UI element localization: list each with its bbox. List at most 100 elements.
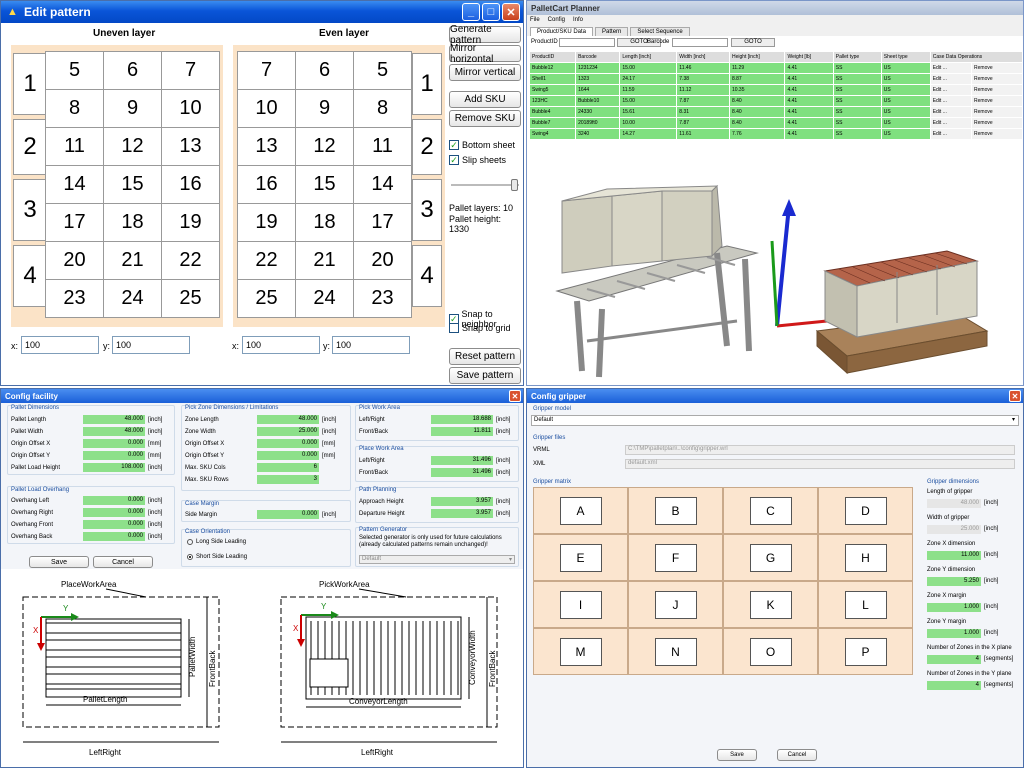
sku-cell[interactable]: 23 — [354, 280, 412, 318]
menu-file[interactable]: File — [530, 17, 540, 23]
field-value-input[interactable]: 31.496 — [431, 456, 493, 465]
save-button[interactable]: Save — [717, 749, 757, 761]
field-value-input[interactable]: 11.811 — [431, 427, 493, 436]
sku-cell[interactable]: 8 — [354, 90, 412, 128]
sku-cell[interactable]: 22 — [238, 242, 296, 280]
row-number[interactable]: 1 — [13, 53, 47, 115]
zone-button[interactable]: L — [844, 590, 887, 619]
sku-cell[interactable]: 13 — [238, 128, 296, 166]
sku-cell[interactable]: 24 — [104, 280, 162, 318]
sku-cell[interactable]: 11 — [354, 128, 412, 166]
table-row[interactable]: 123HC Bubble10 15.00 7.87 8.40 4.41 SS US Edit .… — [528, 95, 1023, 107]
dimension-input[interactable]: 1.000 — [927, 629, 981, 638]
save-pattern-button[interactable]: Save pattern — [449, 367, 521, 384]
sku-cell[interactable]: 18 — [296, 204, 354, 242]
field-value-input[interactable]: 0.000 — [257, 510, 319, 519]
uneven-y-input[interactable]: 100 — [112, 336, 190, 354]
3d-scene-view[interactable] — [527, 141, 1024, 386]
sku-cell[interactable]: 12 — [296, 128, 354, 166]
column-header[interactable]: Sheet type — [880, 51, 931, 63]
zone-button[interactable]: P — [844, 637, 887, 666]
sku-cell[interactable]: 16 — [162, 166, 220, 204]
sku-cell[interactable]: 16 — [238, 166, 296, 204]
mirror-vertical-button[interactable]: Mirror vertical — [449, 64, 521, 81]
sku-cell[interactable]: 13 — [162, 128, 220, 166]
sku-cell[interactable]: 22 — [162, 242, 220, 280]
sku-cell[interactable]: 25 — [162, 280, 220, 318]
edit-button[interactable]: Edit ... — [929, 73, 973, 85]
sku-cell[interactable]: 21 — [104, 242, 162, 280]
sku-cell[interactable]: 8 — [46, 90, 104, 128]
zone-button[interactable]: J — [654, 590, 697, 619]
field-value-input[interactable]: 6 — [257, 463, 319, 472]
sku-cell[interactable]: 10 — [162, 90, 220, 128]
zone-button[interactable]: I — [559, 590, 602, 619]
table-row[interactable]: Bubble12 1231234 15.00 11.46 11.29 4.41 SS US Ed… — [528, 62, 1023, 74]
field-value-input[interactable]: 0.000 — [83, 439, 145, 448]
gripper-model-select[interactable]: Default ▾ — [531, 415, 1019, 426]
row-number[interactable]: 1 — [412, 53, 442, 115]
minimize-button[interactable]: _ — [462, 3, 480, 21]
remove-button[interactable]: Remove — [971, 62, 1023, 74]
zone-button[interactable]: D — [844, 496, 887, 525]
sku-cell[interactable]: 5 — [354, 52, 412, 90]
sku-cell[interactable]: 24 — [296, 280, 354, 318]
row-number[interactable]: 3 — [13, 179, 47, 241]
field-value-input[interactable]: 3.957 — [431, 509, 493, 518]
remove-button[interactable]: Remove — [971, 95, 1023, 107]
remove-button[interactable]: Remove — [971, 128, 1023, 140]
barcode-input[interactable] — [672, 38, 728, 47]
field-value-input[interactable]: 25.000 — [257, 427, 319, 436]
edit-button[interactable]: Edit ... — [929, 62, 973, 74]
field-value-input[interactable]: 0.000 — [257, 439, 319, 448]
edit-button[interactable]: Edit ... — [929, 106, 973, 118]
sku-cell[interactable]: 5 — [46, 52, 104, 90]
edit-button[interactable]: Edit ... — [929, 95, 973, 107]
column-header[interactable]: Width [inch] — [676, 51, 730, 63]
sku-cell[interactable]: 11 — [46, 128, 104, 166]
field-value-input[interactable]: 0.000 — [257, 451, 319, 460]
zone-button[interactable]: N — [654, 637, 697, 666]
field-value-input[interactable]: 0.000 — [83, 520, 145, 529]
zone-button[interactable]: K — [749, 590, 792, 619]
tab-product-data[interactable]: Product/SKU Data — [530, 27, 594, 36]
zone-button[interactable]: A — [559, 496, 602, 525]
cancel-button[interactable]: Cancel — [93, 556, 153, 568]
edit-button[interactable]: Edit ... — [929, 84, 973, 96]
zone-button[interactable]: H — [844, 543, 887, 572]
sku-cell[interactable]: 17 — [354, 204, 412, 242]
remove-sku-button[interactable]: Remove SKU — [449, 110, 521, 127]
short-side-radio[interactable]: Short Side Leading — [187, 554, 247, 560]
field-value-input[interactable]: 3 — [257, 475, 319, 484]
vrml-input[interactable]: C:\TMP\palletplan\..\config\gripper.wrl — [625, 445, 1015, 455]
close-button[interactable]: ✕ — [1009, 390, 1021, 402]
field-value-input[interactable]: 31.496 — [431, 468, 493, 477]
column-header[interactable]: Pallet type — [832, 51, 882, 63]
sku-cell[interactable]: 15 — [104, 166, 162, 204]
dimension-input[interactable]: 48.000 — [927, 499, 981, 508]
long-side-radio[interactable]: Long Side Leading — [187, 539, 246, 545]
sku-cell[interactable]: 25 — [238, 280, 296, 318]
field-value-input[interactable]: 0.000 — [83, 451, 145, 460]
remove-button[interactable]: Remove — [971, 106, 1023, 118]
column-header[interactable]: Case Data Operations — [929, 51, 1023, 63]
edit-button[interactable]: Edit ... — [929, 117, 973, 129]
column-header[interactable]: Height [inch] — [728, 51, 786, 63]
zone-button[interactable]: B — [654, 496, 697, 525]
sku-cell[interactable]: 10 — [238, 90, 296, 128]
sku-cell[interactable]: 7 — [238, 52, 296, 90]
sku-cell[interactable]: 15 — [296, 166, 354, 204]
dimension-input[interactable]: 4 — [927, 681, 981, 690]
add-sku-button[interactable]: Add SKU — [449, 91, 521, 108]
field-value-input[interactable]: 48.000 — [83, 415, 145, 424]
column-header[interactable]: Barcode — [575, 51, 621, 63]
sku-cell[interactable]: 20 — [46, 242, 104, 280]
remove-button[interactable]: Remove — [971, 84, 1023, 96]
tab-select-sequence[interactable]: Select Sequence — [630, 27, 690, 36]
sku-cell[interactable]: 18 — [104, 204, 162, 242]
zone-button[interactable]: M — [559, 637, 602, 666]
even-x-input[interactable]: 100 — [242, 336, 320, 354]
remove-button[interactable]: Remove — [971, 73, 1023, 85]
sku-cell[interactable]: 6 — [104, 52, 162, 90]
field-value-input[interactable]: 48.000 — [257, 415, 319, 424]
